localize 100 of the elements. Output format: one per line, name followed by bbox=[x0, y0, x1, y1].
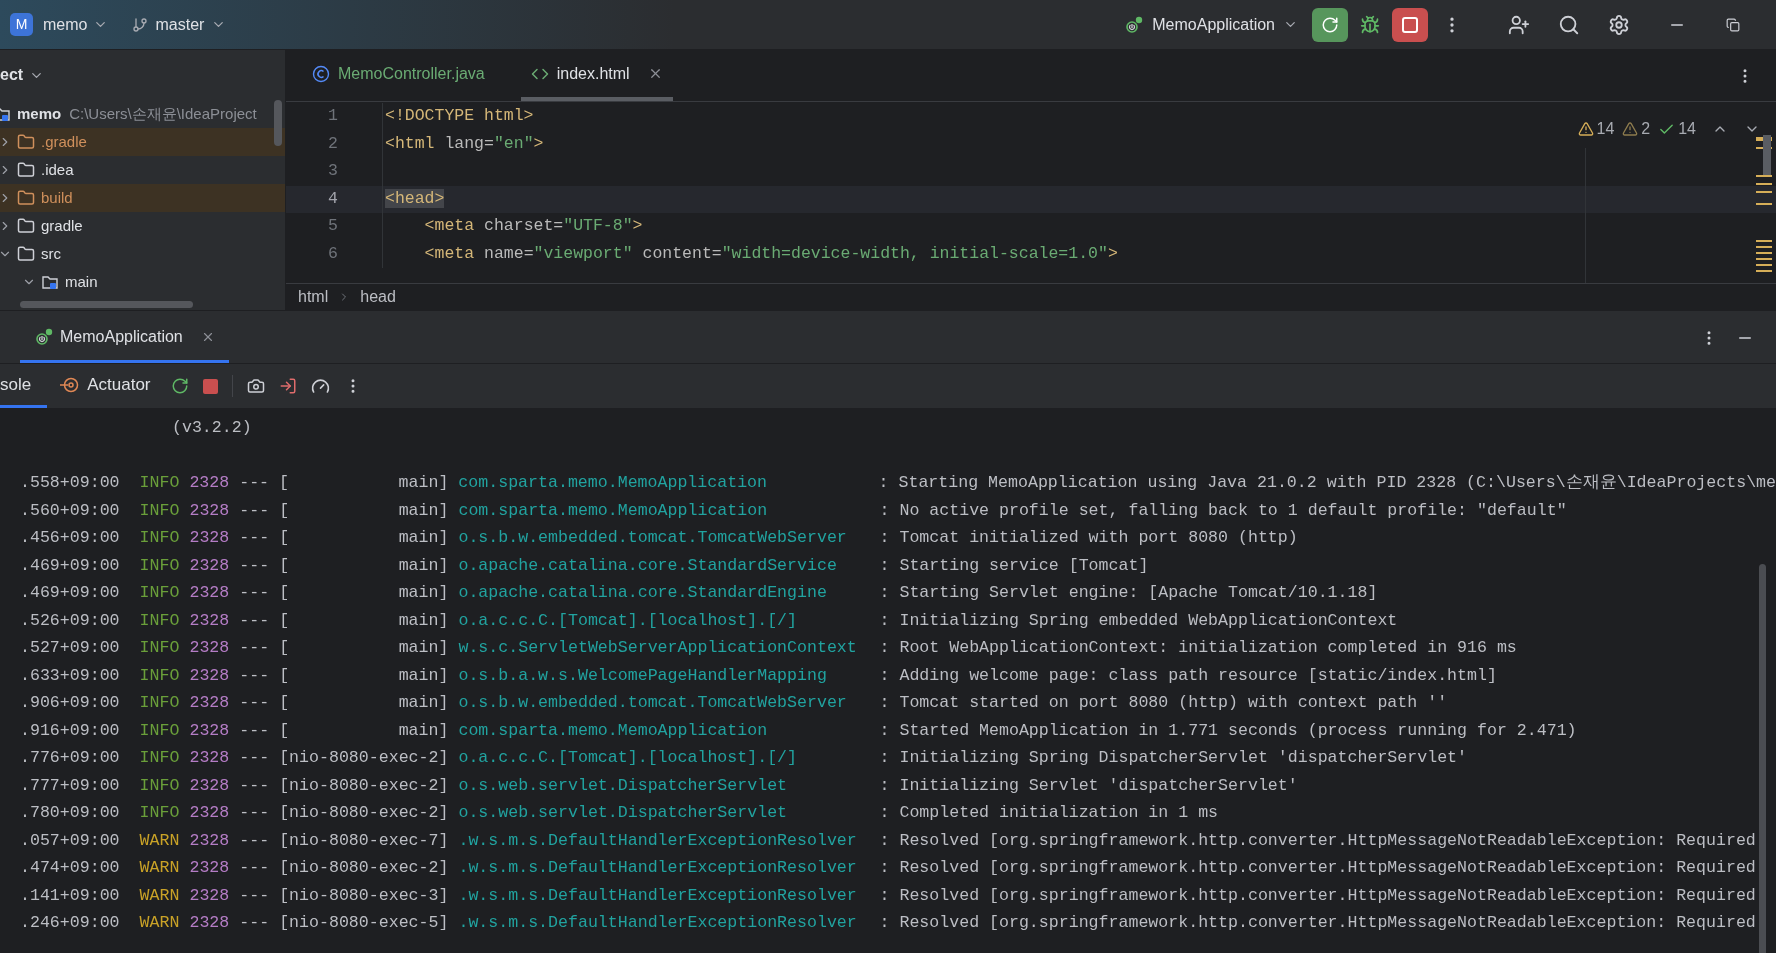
log-logger: o.a.c.c.C.[Tomcat].[localhost].[/] bbox=[458, 609, 799, 632]
branch-icon bbox=[132, 16, 149, 33]
log-time: .141+09:00 bbox=[20, 884, 120, 907]
restore-icon[interactable] bbox=[1726, 17, 1740, 32]
log-separator: --- bbox=[239, 692, 270, 715]
line-number: 1 bbox=[327, 105, 338, 128]
log-colon: : bbox=[879, 692, 890, 715]
tree-item[interactable]: memo C:\Users\손재윤\IdeaProject bbox=[0, 100, 285, 128]
log-logger: com.sparta.memo.MemoApplication bbox=[458, 472, 769, 495]
log-level: INFO bbox=[139, 499, 180, 522]
exit-icon[interactable] bbox=[278, 377, 297, 395]
log-level: WARN bbox=[139, 857, 180, 880]
project-avatar: M bbox=[10, 13, 33, 36]
log-thread: [ main] bbox=[279, 582, 449, 605]
console-tab[interactable]: sole bbox=[0, 364, 48, 408]
log-message: Initializing Spring DispatcherServlet 'dispatcherServlet' bbox=[899, 747, 1468, 770]
log-thread: [ main] bbox=[279, 554, 449, 577]
warning-icon bbox=[1577, 121, 1594, 137]
log-separator: --- bbox=[239, 774, 270, 797]
log-thread: [ main] bbox=[279, 499, 449, 522]
run-config-icon bbox=[34, 326, 54, 347]
gauge-icon[interactable] bbox=[310, 376, 330, 396]
log-message: Completed initialization in 1 ms bbox=[899, 802, 1219, 825]
console-tab[interactable]: Actuator bbox=[47, 364, 163, 408]
version-text: (v3.2.2) bbox=[172, 417, 252, 440]
log-separator: --- bbox=[239, 527, 270, 550]
line-number: 6 bbox=[327, 242, 338, 265]
log-message: Resolved [org.springframework.http.converter.HttpMessageNotReadableException: Required bbox=[899, 884, 1756, 907]
scrollbar-thumb[interactable] bbox=[1759, 564, 1766, 953]
tree-item[interactable]: src bbox=[0, 240, 285, 268]
project-dropdown[interactable]: memo bbox=[43, 12, 109, 37]
log-logger: .w.s.m.s.DefaultHandlerExceptionResolver bbox=[458, 829, 858, 852]
log-pid: 2328 bbox=[189, 637, 230, 660]
actuator-icon bbox=[59, 375, 80, 394]
typo-count[interactable]: 14 bbox=[1658, 117, 1696, 141]
scrollbar-thumb[interactable] bbox=[274, 100, 282, 146]
log-logger: o.apache.catalina.core.StandardEngine bbox=[458, 582, 828, 605]
tree-label: memo bbox=[17, 103, 62, 124]
run-config-icon bbox=[1124, 14, 1145, 35]
tree-item[interactable]: .gradle bbox=[0, 128, 285, 156]
scrollbar-thumb[interactable] bbox=[20, 301, 193, 308]
log-time: .558+09:00 bbox=[20, 472, 120, 495]
line-number: 4 bbox=[327, 187, 338, 210]
bug-icon[interactable] bbox=[1360, 14, 1380, 35]
editor-tab[interactable]: index.html bbox=[520, 50, 673, 101]
log-colon: : bbox=[879, 609, 890, 632]
log-separator: --- bbox=[239, 637, 270, 660]
tree-item[interactable]: main bbox=[0, 268, 285, 296]
panel-title-dropdown[interactable]: ect bbox=[0, 63, 45, 87]
rerun-button[interactable] bbox=[1312, 7, 1348, 42]
log-logger: o.s.web.servlet.DispatcherServlet bbox=[458, 774, 789, 797]
log-message: Resolved [org.springframework.http.converter.HttpMessageNotReadableException: Required bbox=[899, 912, 1756, 935]
log-message: No active profile set, falling back to 1 default profile: "default" bbox=[899, 499, 1567, 522]
log-separator: --- bbox=[239, 747, 270, 770]
tab-label: MemoController.java bbox=[338, 63, 485, 84]
breadcrumb-item[interactable]: html bbox=[298, 285, 329, 309]
log-message: Starting Servlet engine: [Apache Tomcat/10.1.18] bbox=[899, 582, 1378, 605]
log-level: INFO bbox=[139, 719, 180, 742]
breadcrumb-item[interactable]: head bbox=[360, 285, 396, 309]
log-level: INFO bbox=[139, 554, 180, 577]
tree-item[interactable]: gradle bbox=[0, 212, 285, 240]
log-message: Adding welcome page: class path resource [static/index.html] bbox=[899, 664, 1497, 687]
run-config-dropdown[interactable]: MemoApplication bbox=[1124, 12, 1298, 37]
settings-icon[interactable] bbox=[1608, 13, 1630, 36]
log-level: INFO bbox=[139, 802, 180, 825]
tree-item[interactable]: build bbox=[0, 184, 285, 212]
log-message: Resolved [org.springframework.http.converter.HttpMessageNotReadableException: Required bbox=[899, 829, 1756, 852]
weak-warning-count[interactable]: 2 bbox=[1622, 117, 1651, 141]
log-pid: 2328 bbox=[189, 472, 230, 495]
module-path: C:\Users\손재윤\IdeaProject bbox=[69, 103, 257, 124]
rerun-icon[interactable] bbox=[170, 377, 189, 395]
line-number: 2 bbox=[327, 132, 338, 155]
branch-dropdown[interactable]: master bbox=[132, 12, 227, 37]
warning-count[interactable]: 14 bbox=[1577, 117, 1615, 141]
log-logger: .w.s.m.s.DefaultHandlerExceptionResolver bbox=[458, 857, 858, 880]
log-level: INFO bbox=[139, 747, 180, 770]
log-level: WARN bbox=[139, 884, 180, 907]
log-thread: [nio-8080-exec-2] bbox=[279, 802, 449, 825]
log-logger: o.s.web.servlet.DispatcherServlet bbox=[458, 802, 789, 825]
log-colon: : bbox=[879, 912, 890, 935]
tree-label: .gradle bbox=[41, 131, 87, 152]
tab-label: Actuator bbox=[87, 373, 151, 396]
log-pid: 2328 bbox=[189, 609, 230, 632]
log-separator: --- bbox=[239, 554, 270, 577]
log-separator: --- bbox=[239, 857, 270, 880]
log-pid: 2328 bbox=[189, 499, 230, 522]
add-user-icon[interactable] bbox=[1508, 13, 1530, 36]
log-separator: --- bbox=[239, 884, 270, 907]
log-pid: 2328 bbox=[189, 802, 230, 825]
log-separator: --- bbox=[239, 499, 270, 522]
search-icon[interactable] bbox=[1558, 13, 1580, 36]
stop-button[interactable] bbox=[1392, 7, 1428, 42]
log-message: Tomcat started on port 8080 (http) with context path '' bbox=[899, 692, 1448, 715]
camera-icon[interactable] bbox=[246, 377, 265, 395]
tree-item[interactable]: .idea bbox=[0, 156, 285, 184]
log-pid: 2328 bbox=[189, 884, 230, 907]
log-thread: [ main] bbox=[279, 692, 449, 715]
editor-tab[interactable]: MemoController.java bbox=[302, 50, 495, 101]
log-pid: 2328 bbox=[189, 527, 230, 550]
stop-icon[interactable] bbox=[202, 378, 218, 394]
